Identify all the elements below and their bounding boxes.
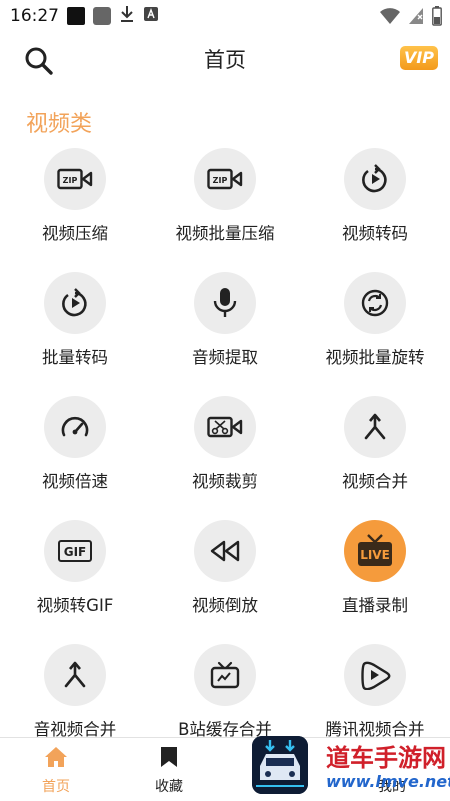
notification-gray-icon — [93, 7, 111, 25]
tool-label: 视频转GIF — [36, 596, 114, 615]
svg-text:GIF: GIF — [64, 545, 87, 559]
tv-icon — [194, 644, 256, 706]
rotate-play-icon — [44, 272, 106, 334]
header: 首页 VIP — [0, 38, 450, 84]
svg-text:LIVE: LIVE — [360, 548, 390, 562]
home-icon — [44, 747, 68, 772]
tencent-video-icon — [344, 644, 406, 706]
tool-label: 视频批量压缩 — [175, 224, 275, 243]
tool-audio-extract[interactable]: 音频提取 — [150, 270, 300, 394]
wifi-icon — [380, 7, 400, 30]
watermark-line2: www.lmve.net — [326, 772, 450, 791]
speedometer-icon — [44, 396, 106, 458]
tool-video-speed[interactable]: 视频倍速 — [0, 394, 150, 518]
tool-video-transcode[interactable]: 视频转码 — [300, 146, 450, 270]
merge-icon — [44, 644, 106, 706]
svg-text:ZIP: ZIP — [63, 176, 78, 185]
status-time: 16:27 — [10, 6, 59, 26]
notification-black-icon — [67, 7, 85, 25]
status-bar: 16:27 — [0, 0, 450, 32]
tool-label: 批量转码 — [42, 348, 108, 367]
gif-icon: GIF — [44, 520, 106, 582]
tab-home[interactable]: 首页 — [16, 746, 96, 796]
tab-label: 收藏 — [155, 779, 183, 795]
live-tv-icon: LIVE — [344, 520, 406, 582]
tool-video-reverse[interactable]: 视频倒放 — [150, 518, 300, 642]
app-logo-icon — [252, 736, 308, 794]
section-title: 视频类 — [26, 112, 93, 137]
bookmark-icon — [160, 747, 178, 772]
tool-batch-rotate[interactable]: 视频批量旋转 — [300, 270, 450, 394]
tool-batch-compress[interactable]: ZIP 视频批量压缩 — [150, 146, 300, 270]
tool-label: 视频转码 — [342, 224, 408, 243]
status-right — [380, 6, 442, 31]
battery-icon — [432, 6, 442, 31]
rotate-play-icon — [344, 148, 406, 210]
tool-label: 音频提取 — [192, 348, 258, 367]
zip-video-icon: ZIP — [194, 148, 256, 210]
zip-video-icon: ZIP — [44, 148, 106, 210]
tab-label: 首页 — [42, 779, 70, 795]
tool-video-to-gif[interactable]: GIF 视频转GIF — [0, 518, 150, 642]
tool-label: 直播录制 — [342, 596, 408, 615]
tool-label: 视频裁剪 — [192, 472, 258, 491]
page-title: 首页 — [204, 48, 246, 72]
tool-video-compress[interactable]: ZIP 视频压缩 — [0, 146, 150, 270]
tool-label: 视频批量旋转 — [325, 348, 425, 367]
scissors-video-icon — [194, 396, 256, 458]
tool-live-record[interactable]: LIVE 直播录制 — [300, 518, 450, 642]
tab-favorites[interactable]: 收藏 — [129, 746, 209, 796]
tool-video-crop[interactable]: 视频裁剪 — [150, 394, 300, 518]
tool-label: 视频倍速 — [42, 472, 108, 491]
tool-video-merge[interactable]: 视频合并 — [300, 394, 450, 518]
signal-icon — [408, 7, 424, 30]
tool-label: 视频压缩 — [42, 224, 108, 243]
font-a-icon — [143, 6, 159, 27]
tool-batch-transcode[interactable]: 批量转码 — [0, 270, 150, 394]
merge-icon — [344, 396, 406, 458]
rotate-icon — [344, 272, 406, 334]
tool-label: 视频倒放 — [192, 596, 258, 615]
vip-button[interactable]: VIP — [400, 46, 438, 70]
download-icon — [119, 5, 135, 28]
svg-text:ZIP: ZIP — [213, 176, 228, 185]
tool-label: 视频合并 — [342, 472, 408, 491]
microphone-icon — [194, 272, 256, 334]
rewind-icon — [194, 520, 256, 582]
watermark-line1: 道车手游网 — [326, 744, 446, 772]
watermark: 道车手游网 www.lmve.net — [326, 744, 450, 800]
